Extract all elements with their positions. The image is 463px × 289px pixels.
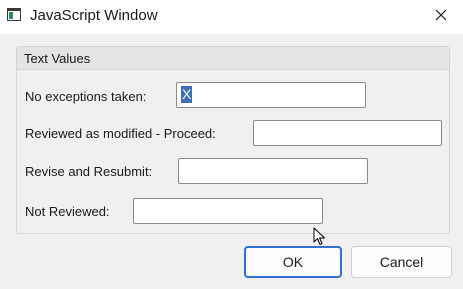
reviewed-modified-input[interactable] (253, 120, 442, 146)
title-bar[interactable]: JavaScript Window (0, 0, 463, 34)
revise-resubmit-label: Revise and Resubmit: (25, 164, 153, 179)
cancel-button[interactable]: Cancel (351, 246, 452, 278)
group-header: Text Values (17, 47, 449, 70)
revise-resubmit-input[interactable] (178, 158, 368, 184)
window-icon (7, 8, 21, 21)
window-title: JavaScript Window (30, 7, 158, 24)
not-reviewed-input[interactable] (133, 198, 323, 224)
no-exceptions-label: No exceptions taken: (25, 89, 147, 104)
no-exceptions-input[interactable] (176, 82, 366, 108)
close-button[interactable] (425, 4, 457, 30)
reviewed-modified-label: Reviewed as modified - Proceed: (25, 126, 216, 141)
group-title: Text Values (24, 51, 91, 66)
close-icon (434, 8, 448, 27)
not-reviewed-label: Not Reviewed: (25, 204, 110, 219)
dialog-window: JavaScript Window Text Values No excepti… (0, 0, 463, 289)
ok-button[interactable]: OK (244, 246, 342, 278)
